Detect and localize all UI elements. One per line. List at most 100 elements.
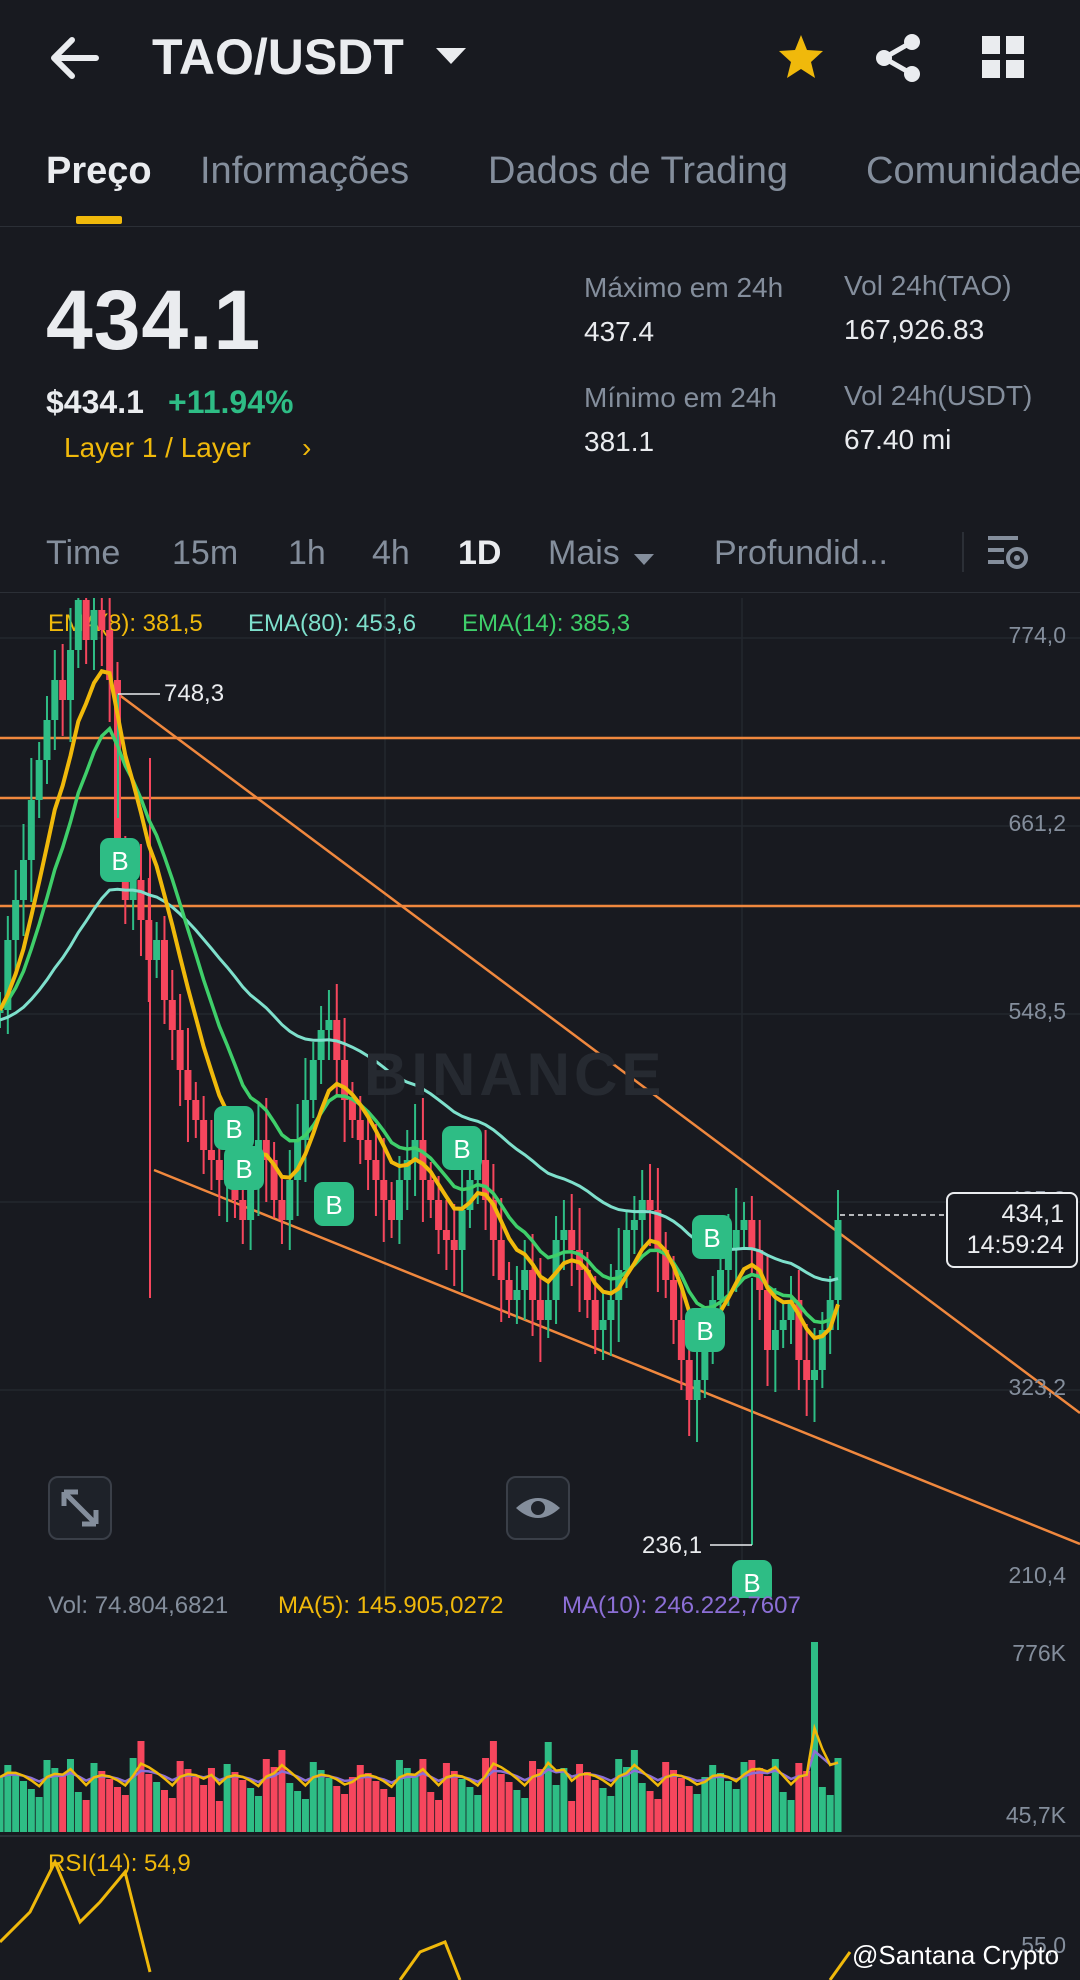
volume-bar xyxy=(591,1780,599,1832)
fullscreen-button[interactable] xyxy=(48,1476,112,1540)
active-tab-indicator xyxy=(76,216,122,224)
volume-bar xyxy=(803,1771,811,1832)
volume-bar xyxy=(568,1801,576,1832)
grid-icon[interactable] xyxy=(980,34,1026,80)
candle-body xyxy=(427,1180,435,1200)
volume-bar xyxy=(309,1762,317,1832)
volume-bar xyxy=(333,1786,341,1832)
category-link[interactable]: Layer 1 / Layer xyxy=(64,432,251,464)
star-icon[interactable] xyxy=(776,32,826,82)
current-price-value: 434,1 xyxy=(1001,1200,1064,1228)
tab-preco[interactable]: Preço xyxy=(46,150,152,193)
candle-body xyxy=(90,610,98,640)
candle-body xyxy=(685,1360,693,1400)
candle-body xyxy=(356,1120,364,1140)
candle-body xyxy=(19,860,27,900)
candle-body xyxy=(12,900,20,940)
candle-body xyxy=(521,1270,529,1290)
timeframe-bar: Time 15m 1h 4h 1D Mais Profundid... xyxy=(0,520,1080,593)
volume-bar xyxy=(19,1781,27,1832)
volume-bar xyxy=(160,1790,168,1832)
eye-icon xyxy=(516,1498,560,1518)
candle-body xyxy=(184,1070,192,1100)
back-arrow-icon[interactable] xyxy=(46,30,102,86)
high-24h-value: 437.4 xyxy=(584,316,655,347)
volume-bar xyxy=(168,1798,176,1832)
tf-1h[interactable]: 1h xyxy=(288,534,326,573)
vol-quote-value: 67.40 mi xyxy=(844,424,952,455)
volume-bar xyxy=(818,1787,826,1832)
expand-icon xyxy=(61,1489,99,1527)
volume-bar xyxy=(176,1761,184,1832)
volume-bar xyxy=(380,1789,388,1832)
chart-settings-icon[interactable] xyxy=(986,530,1030,574)
candle-body xyxy=(599,1320,607,1330)
volume-bar xyxy=(717,1773,725,1832)
pair-title[interactable]: TAO/USDT xyxy=(152,28,404,86)
volume-bar xyxy=(113,1787,121,1832)
volume-bar xyxy=(90,1763,98,1832)
candle-body xyxy=(771,1330,779,1350)
candle-body xyxy=(834,1220,842,1300)
volume-bar xyxy=(364,1773,372,1832)
share-icon[interactable] xyxy=(872,32,924,84)
volume-bar xyxy=(411,1776,419,1832)
tf-profundidade[interactable]: Profundid... xyxy=(714,534,888,573)
volume-bar xyxy=(662,1762,670,1832)
trend-lines xyxy=(117,692,1080,1546)
volume-bar xyxy=(685,1786,693,1832)
volume-bar xyxy=(732,1789,740,1832)
candle-body xyxy=(450,1240,458,1250)
volume-bar xyxy=(43,1760,51,1832)
chevron-right-icon[interactable]: › xyxy=(302,432,311,464)
volume-bar xyxy=(583,1772,591,1832)
volume-bar xyxy=(560,1768,568,1832)
tf-time[interactable]: Time xyxy=(46,534,120,573)
high-marker-label: 748,3 xyxy=(164,680,225,707)
candle-body xyxy=(98,610,106,630)
candle-body xyxy=(82,600,90,640)
volume-bar xyxy=(450,1771,458,1832)
volume-bar xyxy=(544,1742,552,1832)
candle-body xyxy=(145,920,153,960)
buy-marker-label: B xyxy=(111,846,128,876)
candle-body xyxy=(388,1200,396,1220)
price-change: +11.94% xyxy=(168,384,294,420)
volume-bar xyxy=(670,1770,678,1832)
volume-bar xyxy=(607,1796,615,1832)
author-credit: @Santana Crypto xyxy=(852,1940,1060,1970)
volume-bar xyxy=(59,1776,67,1832)
tab-comunidade[interactable]: Comunidade xyxy=(866,150,1080,193)
candle-body xyxy=(646,1200,654,1210)
tf-mais[interactable]: Mais xyxy=(548,534,620,573)
buy-marker-label: B xyxy=(453,1134,470,1164)
price-axis-tick: 210,4 xyxy=(1008,1562,1066,1588)
volume-bar xyxy=(301,1799,309,1832)
candle-body xyxy=(419,1140,427,1180)
tab-dados-de-trading[interactable]: Dados de Trading xyxy=(488,150,788,193)
volume-bar xyxy=(489,1741,497,1832)
tab-informacoes[interactable]: Informações xyxy=(200,150,409,193)
price-axis-tick: 548,5 xyxy=(1008,998,1066,1024)
volume-bar xyxy=(239,1780,247,1832)
tf-1d[interactable]: 1D xyxy=(458,534,501,573)
price-axis-tick: 774,0 xyxy=(1008,622,1066,648)
buy-marker-label: B xyxy=(225,1114,242,1144)
tf-15m[interactable]: 15m xyxy=(172,534,238,573)
candle-body xyxy=(215,1160,223,1180)
candle-body xyxy=(764,1290,772,1350)
volume-bar xyxy=(395,1760,403,1832)
buy-marker-label: B xyxy=(325,1190,342,1220)
volume-bar xyxy=(427,1792,435,1832)
top-bar: TAO/USDT xyxy=(0,0,1080,120)
volume-chart xyxy=(0,1642,842,1832)
volume-bar xyxy=(231,1772,239,1832)
volume-bar xyxy=(153,1782,161,1832)
dropdown-caret-icon[interactable] xyxy=(436,48,466,64)
candle-body xyxy=(560,1230,568,1240)
toggle-visibility-button[interactable] xyxy=(506,1476,570,1540)
buy-marker: B xyxy=(442,1126,482,1170)
mais-caret-icon[interactable] xyxy=(634,554,654,565)
buy-marker: B xyxy=(314,1182,354,1226)
tf-4h[interactable]: 4h xyxy=(372,534,410,573)
